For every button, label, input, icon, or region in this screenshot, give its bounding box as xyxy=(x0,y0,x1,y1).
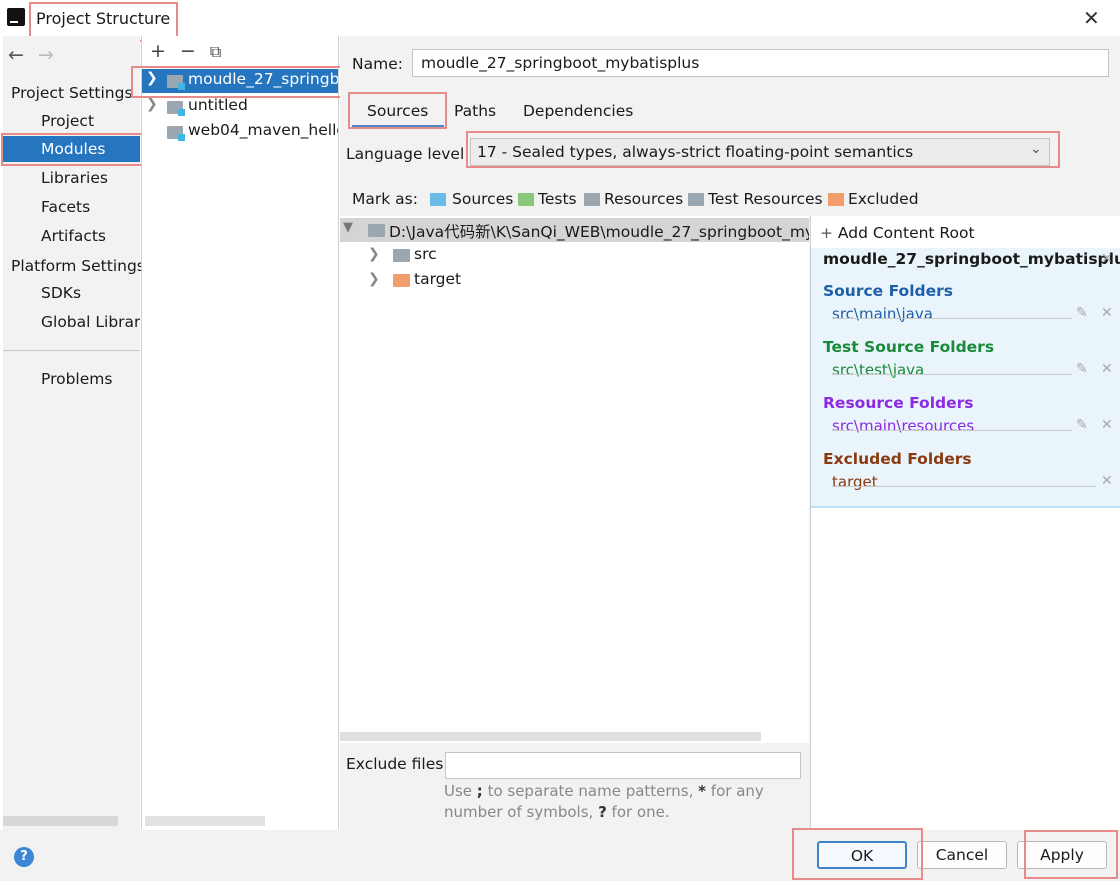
sidebar-item-global-libraries[interactable]: Global Librarie xyxy=(41,313,140,331)
remove-icon[interactable]: − xyxy=(180,40,196,62)
divider xyxy=(832,486,1096,487)
tree-horizontal-scrollbar[interactable] xyxy=(340,732,761,741)
language-level-label: Language level: xyxy=(346,145,470,163)
folder-tree xyxy=(340,216,809,743)
folder-icon xyxy=(393,249,410,262)
ok-button[interactable]: OK xyxy=(817,841,907,869)
test-source-folder-path: src\test\java xyxy=(832,361,925,379)
add-content-root-button[interactable]: + Add Content Root xyxy=(820,224,975,242)
mark-excluded-button[interactable]: Excluded xyxy=(848,190,919,208)
tab-paths[interactable]: Paths xyxy=(454,102,496,120)
close-icon[interactable]: ✕ xyxy=(1101,473,1113,489)
module-name: web04_maven_hello xyxy=(188,121,338,139)
test-source-folders-header: Test Source Folders xyxy=(823,338,995,356)
sidebar-item-libraries[interactable]: Libraries xyxy=(41,169,108,187)
mark-test-resources-button[interactable]: Test Resources xyxy=(708,190,823,208)
close-icon[interactable]: ✕ xyxy=(1083,6,1100,30)
source-folder-path: src\main\java xyxy=(832,305,933,323)
close-icon[interactable]: ✕ xyxy=(1101,417,1113,433)
tree-root-path: D:\Java代码新\K\SanQi_WEB\moudle_27_springb… xyxy=(389,223,809,241)
language-level-select[interactable]: 17 - Sealed types, always-strict floatin… xyxy=(470,138,1050,166)
chevron-down-icon[interactable]: ▼ xyxy=(343,220,353,235)
plus-icon: + xyxy=(820,224,838,242)
exclude-files-label: Exclude files: xyxy=(346,755,449,773)
module-icon xyxy=(167,101,185,116)
module-name-field[interactable]: moudle_27_springboot_mybatisplus xyxy=(412,49,1109,77)
module-name: moudle_27_springbo xyxy=(188,70,338,88)
resource-folder-path: src\main\resources xyxy=(832,417,975,435)
sources-folder-icon xyxy=(430,193,446,206)
exclude-files-hint: Use ; to separate name patterns, * for a… xyxy=(444,782,764,821)
forward-arrow-icon[interactable]: → xyxy=(38,44,54,66)
resources-folder-icon xyxy=(584,193,600,206)
sidebar-item-sdks[interactable]: SDKs xyxy=(41,284,81,302)
sidebar-item-problems[interactable]: Problems xyxy=(41,370,112,388)
excluded-folders-header: Excluded Folders xyxy=(823,450,972,468)
pencil-icon[interactable]: ✎ xyxy=(1076,417,1088,433)
mark-as-label: Mark as: xyxy=(352,190,418,208)
section-project-settings: Project Settings xyxy=(11,84,133,102)
add-icon[interactable]: + xyxy=(150,40,166,62)
module-name: untitled xyxy=(188,96,248,114)
module-row[interactable]: web04_maven_hello xyxy=(142,120,338,144)
remove-content-root-icon[interactable]: ✕ xyxy=(1101,251,1113,267)
tree-node-src[interactable]: src xyxy=(414,245,437,263)
source-folders-header: Source Folders xyxy=(823,282,953,300)
content-root-name: moudle_27_springboot_mybatisplus xyxy=(823,250,1120,268)
section-platform-settings: Platform Settings xyxy=(11,257,145,275)
module-row[interactable]: ❯ moudle_27_springbo xyxy=(142,69,338,93)
pencil-icon[interactable]: ✎ xyxy=(1076,361,1088,377)
test-resources-folder-icon xyxy=(688,193,704,206)
mark-sources-button[interactable]: Sources xyxy=(452,190,513,208)
sidebar-scrollbar[interactable] xyxy=(3,816,118,826)
excluded-folder-icon xyxy=(828,193,844,206)
sidebar-item-artifacts[interactable]: Artifacts xyxy=(41,227,106,245)
excluded-folder-icon xyxy=(393,274,410,287)
tree-node-target[interactable]: target xyxy=(414,270,461,288)
title-bar: Project Structure ✕ xyxy=(0,0,1120,36)
sidebar-item-modules[interactable]: Modules xyxy=(3,136,140,162)
divider xyxy=(832,318,1072,319)
sidebar-item-facets[interactable]: Facets xyxy=(41,198,90,216)
help-icon[interactable]: ? xyxy=(14,847,34,867)
chevron-right-icon[interactable]: ❯ xyxy=(146,70,158,86)
mark-tests-button[interactable]: Tests xyxy=(538,190,577,208)
chevron-right-icon[interactable]: ❯ xyxy=(368,246,380,262)
mark-resources-button[interactable]: Resources xyxy=(604,190,683,208)
excluded-folder-path: target xyxy=(832,473,878,491)
window-title: Project Structure xyxy=(36,9,171,28)
apply-button[interactable]: Apply xyxy=(1017,841,1107,869)
divider xyxy=(832,374,1072,375)
back-arrow-icon[interactable]: ← xyxy=(8,44,24,66)
sidebar-divider xyxy=(3,350,140,351)
active-tab-indicator xyxy=(352,125,444,128)
name-label: Name: xyxy=(352,55,403,73)
chevron-right-icon[interactable]: ❯ xyxy=(146,96,158,112)
module-icon xyxy=(167,126,185,141)
sidebar-item-project[interactable]: Project xyxy=(41,112,94,130)
tab-dependencies[interactable]: Dependencies xyxy=(523,102,633,120)
module-toolbar: + − ⧉ xyxy=(150,40,235,62)
close-icon[interactable]: ✕ xyxy=(1101,361,1113,377)
module-list-scrollbar[interactable] xyxy=(145,816,265,826)
chevron-down-icon[interactable]: ⌄ xyxy=(1030,141,1042,157)
intellij-app-icon xyxy=(5,6,27,28)
chevron-right-icon[interactable]: ❯ xyxy=(368,271,380,287)
close-icon[interactable]: ✕ xyxy=(1101,305,1113,321)
nav-arrows: ← → xyxy=(8,44,68,66)
module-list xyxy=(141,36,339,830)
divider xyxy=(832,430,1072,431)
pencil-icon[interactable]: ✎ xyxy=(1076,305,1088,321)
module-icon xyxy=(167,75,185,90)
copy-icon[interactable]: ⧉ xyxy=(210,42,221,61)
tests-folder-icon xyxy=(518,193,534,206)
tab-sources[interactable]: Sources xyxy=(367,102,428,120)
folder-icon xyxy=(368,224,385,237)
exclude-files-input[interactable] xyxy=(445,752,801,779)
module-row[interactable]: ❯ untitled xyxy=(142,95,338,119)
cancel-button[interactable]: Cancel xyxy=(917,841,1007,869)
resource-folders-header: Resource Folders xyxy=(823,394,974,412)
